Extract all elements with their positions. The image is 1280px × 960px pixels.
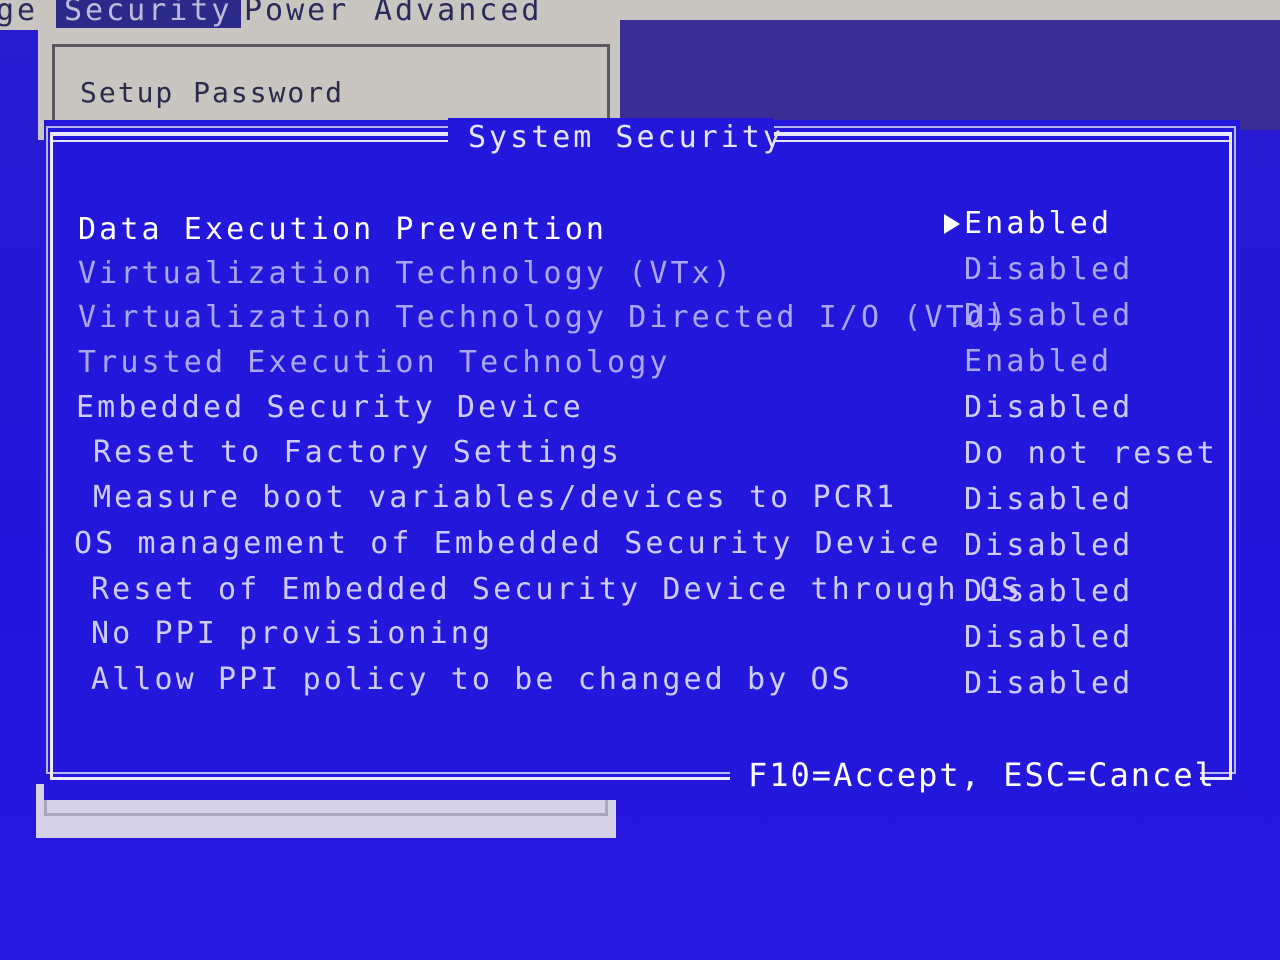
setting-value[interactable]: Disabled xyxy=(964,298,1133,334)
menu-item-security[interactable]: Security xyxy=(56,0,241,28)
title-rule-right xyxy=(772,134,1230,142)
setting-label[interactable]: Reset to Factory Settings xyxy=(93,435,622,471)
setting-label[interactable]: Data Execution Prevention xyxy=(78,212,607,248)
setting-value[interactable]: Disabled xyxy=(964,620,1133,656)
menu-item-storage[interactable]: ge xyxy=(0,0,38,28)
setting-value[interactable]: Enabled xyxy=(964,206,1112,242)
setting-label[interactable]: Measure boot variables/devices to PCR1 xyxy=(93,480,897,516)
setting-label[interactable]: Reset of Embedded Security Device throug… xyxy=(91,572,1022,608)
setup-password-item[interactable]: Setup Password xyxy=(80,76,344,109)
selection-pointer-icon xyxy=(944,214,960,234)
setting-value[interactable]: Disabled xyxy=(964,252,1133,288)
setting-label[interactable]: Allow PPI policy to be changed by OS xyxy=(91,662,853,698)
setting-label[interactable]: Virtualization Technology Directed I/O (… xyxy=(78,300,1009,336)
setting-label[interactable]: Embedded Security Device xyxy=(76,390,584,426)
background-panel-right xyxy=(620,20,1280,130)
setting-label[interactable]: No PPI provisioning xyxy=(91,616,493,652)
title-rule-left xyxy=(52,134,448,142)
setting-value[interactable]: Disabled xyxy=(964,528,1133,564)
dialog-title: System Security xyxy=(468,120,784,155)
setting-value[interactable]: Disabled xyxy=(964,666,1133,702)
menu-item-power[interactable]: Power xyxy=(244,0,349,28)
setting-label[interactable]: Virtualization Technology (VTx) xyxy=(78,256,734,292)
menu-item-advanced[interactable]: Advanced xyxy=(374,0,543,28)
setting-label[interactable]: OS management of Embedded Security Devic… xyxy=(74,526,942,562)
setting-value[interactable]: Disabled xyxy=(964,574,1133,610)
setting-label[interactable]: Trusted Execution Technology xyxy=(78,345,671,381)
setting-value[interactable]: Disabled xyxy=(964,482,1133,518)
setting-value[interactable]: Do not reset xyxy=(964,436,1218,472)
dialog-footer-hint: F10=Accept, ESC=Cancel xyxy=(748,756,1216,794)
setting-value[interactable]: Disabled xyxy=(964,390,1133,426)
setting-value[interactable]: Enabled xyxy=(964,344,1112,380)
bios-screen: ge Security Power Advanced Setup Passwor… xyxy=(0,0,1280,960)
